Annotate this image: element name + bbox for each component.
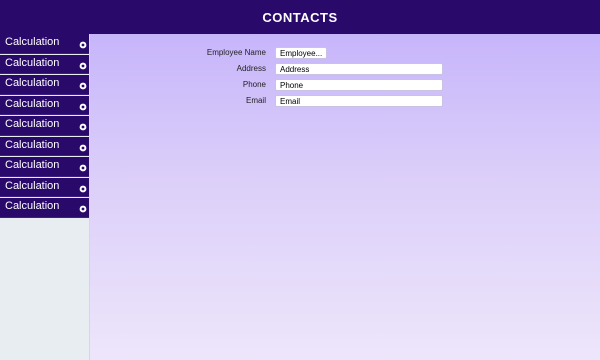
contact-form-panel: Employee Name Employee... Address Addres… (90, 34, 600, 360)
phone-value: Phone (280, 81, 304, 90)
phone-label: Phone (242, 80, 266, 89)
employee-name-field[interactable]: Employee... (275, 47, 327, 59)
eye-icon[interactable] (79, 164, 87, 172)
sidebar-item-label: Calculation (5, 97, 60, 110)
address-underline (310, 66, 436, 74)
sidebar-item-calculation[interactable]: Calculation (0, 95, 89, 115)
eye-icon[interactable] (79, 185, 87, 193)
app-header: CONTACTS (0, 0, 600, 34)
employee-name-value: Employee... (280, 49, 323, 58)
sidebar-item-calculation[interactable]: Calculation (0, 136, 89, 156)
sidebar-item-calculation[interactable]: Calculation (0, 75, 89, 95)
sidebar-item-label: Calculation (5, 138, 60, 151)
eye-icon[interactable] (79, 144, 87, 152)
email-row: Email Email (90, 95, 600, 109)
sidebar-item-calculation[interactable]: Calculation (0, 157, 89, 177)
email-label: Email (245, 96, 266, 105)
email-underline (301, 98, 436, 106)
address-label: Address (236, 64, 266, 73)
eye-icon[interactable] (79, 41, 87, 49)
sidebar-item-label: Calculation (5, 179, 60, 192)
sidebar-item-label: Calculation (5, 200, 60, 212)
sidebar-item-label: Calculation (5, 56, 60, 69)
sidebar-item-calculation[interactable]: Calculation (0, 177, 89, 197)
email-field[interactable]: Email (275, 95, 443, 107)
employee-name-row: Employee Name Employee... (90, 47, 600, 61)
eye-icon[interactable] (79, 82, 87, 90)
sidebar-item-label: Calculation (5, 77, 60, 89)
eye-icon[interactable] (79, 62, 87, 70)
sidebar-item-label: Calculation (5, 118, 60, 130)
sidebar-item-calculation[interactable]: Calculation (0, 198, 89, 218)
phone-field[interactable]: Phone (275, 79, 443, 91)
eye-icon[interactable] (79, 103, 87, 111)
phone-underline (304, 82, 434, 90)
sidebar: Calculation Calculation Calculation Calc… (0, 34, 90, 360)
address-value: Address (280, 65, 310, 74)
sidebar-item-calculation[interactable]: Calculation (0, 34, 89, 54)
address-field[interactable]: Address (275, 63, 443, 75)
sidebar-item-label: Calculation (5, 159, 60, 171)
employee-name-label: Employee Name (206, 48, 266, 57)
eye-icon[interactable] (79, 123, 87, 131)
sidebar-item-calculation[interactable]: Calculation (0, 116, 89, 136)
email-value: Email (280, 97, 301, 106)
sidebar-item-calculation[interactable]: Calculation (0, 54, 89, 74)
sidebar-item-label: Calculation (5, 36, 60, 48)
page-title: CONTACTS (262, 9, 338, 25)
address-row: Address Address (90, 63, 600, 77)
phone-row: Phone Phone (90, 79, 600, 93)
eye-icon[interactable] (79, 205, 87, 213)
